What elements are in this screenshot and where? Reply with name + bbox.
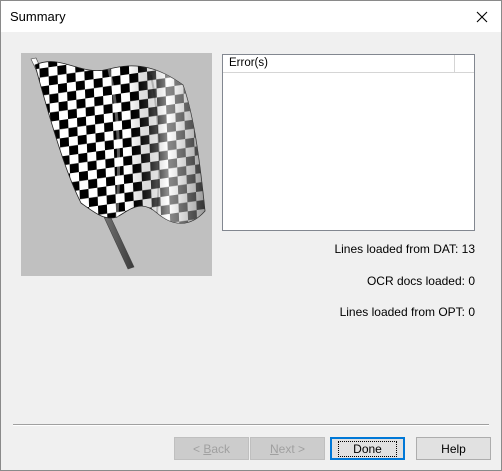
window-title: Summary: [10, 9, 66, 24]
footer-separator: [13, 424, 489, 426]
checkered-flag-icon: [30, 57, 206, 270]
close-icon: [476, 11, 488, 22]
help-button-label: Help: [441, 441, 466, 456]
stat-ocr-docs: OCR docs loaded: 0: [366, 274, 475, 288]
title-bar: Summary: [1, 1, 501, 32]
errors-list-header: Error(s): [223, 55, 474, 73]
help-button[interactable]: Help: [416, 437, 491, 460]
back-button[interactable]: < Back: [174, 437, 249, 460]
errors-list[interactable]: Error(s): [222, 54, 475, 231]
close-button[interactable]: [463, 1, 501, 32]
next-button[interactable]: Next >: [250, 437, 325, 460]
flag-image-panel: [21, 53, 212, 276]
stat-opt-lines: Lines loaded from OPT: 0: [339, 305, 475, 319]
next-button-label: Next >: [269, 441, 306, 456]
column-header-filler: [455, 55, 474, 72]
done-button[interactable]: Done: [330, 437, 405, 460]
done-button-label: Done: [338, 440, 397, 457]
stat-dat-lines: Lines loaded from DAT: 13: [334, 242, 475, 256]
column-header-errors[interactable]: Error(s): [223, 55, 455, 72]
back-button-label: < Back: [192, 441, 231, 456]
summary-dialog: Summary Error(s) Lines loaded from DAT: …: [0, 0, 502, 471]
